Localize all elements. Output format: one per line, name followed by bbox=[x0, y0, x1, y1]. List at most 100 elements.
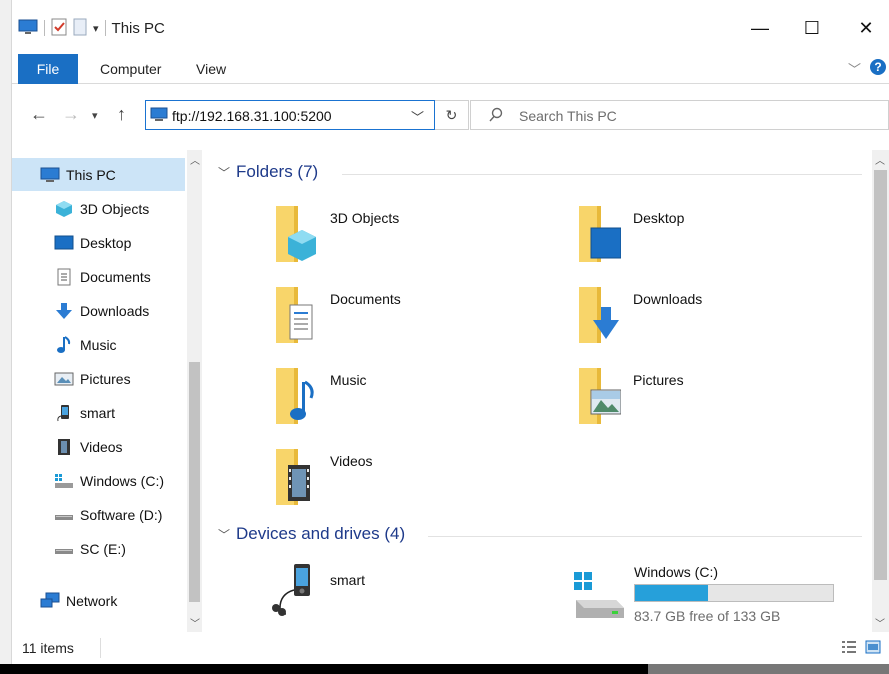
scroll-down-icon[interactable]: ﹀ bbox=[190, 615, 200, 630]
navigation-pane: This PC 3D Objects Desktop Documents Dow… bbox=[12, 150, 202, 632]
collapse-icon[interactable]: ﹀ bbox=[218, 164, 230, 181]
refresh-button[interactable]: ↻ bbox=[435, 100, 469, 130]
close-icon: ✕ bbox=[858, 17, 874, 38]
sidebar-item-network[interactable]: Network bbox=[12, 584, 185, 617]
large-icons-view-icon[interactable] bbox=[865, 640, 881, 657]
nav-scrollbar-thumb[interactable] bbox=[189, 362, 200, 602]
tab-file[interactable]: File bbox=[18, 54, 78, 84]
sidebar-item-label: Music bbox=[80, 336, 117, 353]
drive-icon bbox=[54, 539, 74, 559]
address-input[interactable]: ftp://192.168.31.100:5200 bbox=[172, 108, 332, 124]
folder-label: Videos bbox=[330, 453, 373, 469]
sidebar-item-desktop[interactable]: Desktop bbox=[12, 226, 185, 259]
device-smart[interactable]: smart bbox=[264, 562, 524, 632]
search-input[interactable]: Search This PC bbox=[519, 108, 617, 124]
folder-videos[interactable]: Videos bbox=[274, 445, 554, 515]
sidebar-item-label: smart bbox=[80, 404, 115, 421]
maximize-button[interactable]: ☐ bbox=[792, 14, 832, 42]
scroll-up-icon[interactable]: ︿ bbox=[190, 152, 200, 167]
back-button[interactable]: ← bbox=[30, 104, 48, 125]
sidebar-item-this-pc[interactable]: This PC bbox=[12, 158, 185, 191]
sidebar-item-windows-c[interactable]: Windows (C:) bbox=[12, 464, 185, 497]
folder-label: 3D Objects bbox=[330, 210, 400, 226]
ribbon-tabs: File Computer View ﹀ ? bbox=[12, 54, 889, 84]
music-icon bbox=[54, 335, 74, 355]
search-box[interactable]: Search This PC bbox=[470, 100, 889, 130]
device-label: Windows (C:) bbox=[634, 564, 719, 580]
folder-3d-objects[interactable]: 3D Objects bbox=[274, 202, 554, 272]
content-scrollbar[interactable]: ︿ ﹀ bbox=[872, 150, 889, 632]
folder-label: Desktop bbox=[633, 210, 685, 226]
address-bar[interactable]: ftp://192.168.31.100:5200 ﹀ bbox=[145, 100, 435, 130]
folder-label: Pictures bbox=[633, 372, 684, 388]
sidebar-item-label: Documents bbox=[80, 268, 151, 285]
navigation-bar: ← → ▾ ↑ ftp://192.168.31.100:5200 ﹀ ↻ Se… bbox=[12, 84, 889, 144]
quick-access-toolbar: ▾ This PC bbox=[18, 16, 165, 40]
customize-qat-icon[interactable]: ▾ bbox=[93, 22, 99, 35]
window-title: This PC bbox=[111, 19, 165, 37]
drive-usage-bar bbox=[634, 584, 834, 602]
forward-button[interactable]: → bbox=[62, 104, 80, 125]
folder-desktop[interactable]: Desktop bbox=[577, 202, 857, 272]
devices-group-header[interactable]: ﹀ Devices and drives (4) bbox=[218, 524, 405, 544]
properties-icon[interactable] bbox=[51, 18, 67, 39]
close-button[interactable]: ✕ bbox=[846, 14, 886, 42]
device-windows-c[interactable]: Windows (C:) 83.7 GB free of 133 GB bbox=[572, 560, 872, 630]
details-view-icon[interactable] bbox=[841, 640, 857, 657]
folder-downloads[interactable]: Downloads bbox=[577, 283, 857, 353]
sidebar-item-label: Network bbox=[66, 592, 118, 609]
drive-c-icon bbox=[54, 471, 74, 491]
group-label: Folders (7) bbox=[236, 162, 319, 181]
tab-view[interactable]: View bbox=[196, 54, 226, 84]
scroll-down-icon[interactable]: ﹀ bbox=[875, 615, 885, 630]
background-window-edge bbox=[0, 0, 12, 674]
recent-locations-button[interactable]: ▾ bbox=[92, 109, 98, 122]
expand-ribbon-icon[interactable]: ﹀ bbox=[848, 59, 861, 78]
pc-icon[interactable] bbox=[18, 18, 38, 39]
drive-free-space: 83.7 GB free of 133 GB bbox=[634, 608, 781, 624]
status-divider bbox=[100, 638, 101, 658]
nav-scrollbar[interactable]: ︿ ﹀ bbox=[187, 150, 202, 632]
sidebar-item-smart[interactable]: smart bbox=[12, 396, 185, 429]
folders-group-header[interactable]: ﹀ Folders (7) bbox=[218, 162, 318, 182]
downloads-icon bbox=[54, 301, 74, 321]
sidebar-item-3d-objects[interactable]: 3D Objects bbox=[12, 192, 185, 225]
music-folder-icon bbox=[276, 368, 314, 424]
maximize-icon: ☐ bbox=[803, 17, 821, 38]
downloads-folder-icon bbox=[579, 287, 619, 343]
videos-icon bbox=[54, 437, 74, 457]
sidebar-item-music[interactable]: Music bbox=[12, 328, 185, 361]
folder-music[interactable]: Music bbox=[274, 364, 554, 434]
minimize-button[interactable]: — bbox=[740, 14, 780, 42]
network-icon bbox=[40, 591, 60, 611]
documents-icon bbox=[54, 267, 74, 287]
sidebar-item-label: Pictures bbox=[80, 370, 131, 387]
search-icon bbox=[489, 107, 503, 126]
content-scrollbar-thumb[interactable] bbox=[874, 170, 887, 580]
sidebar-item-sc-e[interactable]: SC (E:) bbox=[12, 532, 185, 565]
new-folder-icon[interactable] bbox=[73, 18, 87, 39]
phone-icon bbox=[272, 564, 310, 616]
tab-computer[interactable]: Computer bbox=[100, 54, 161, 84]
address-dropdown-icon[interactable]: ﹀ bbox=[411, 107, 424, 126]
collapse-icon[interactable]: ﹀ bbox=[218, 526, 230, 543]
minimize-icon: — bbox=[751, 17, 769, 38]
sidebar-item-pictures[interactable]: Pictures bbox=[12, 362, 185, 395]
help-icon[interactable]: ? bbox=[869, 58, 887, 79]
sidebar-item-software-d[interactable]: Software (D:) bbox=[12, 498, 185, 531]
group-label: Devices and drives (4) bbox=[236, 524, 406, 543]
sidebar-item-videos[interactable]: Videos bbox=[12, 430, 185, 463]
sidebar-item-label: Desktop bbox=[80, 234, 132, 251]
file-explorer-window: ▾ This PC — ☐ ✕ File Computer View ﹀ ? ←… bbox=[12, 0, 889, 664]
pc-icon bbox=[40, 165, 60, 185]
drive-icon bbox=[54, 505, 74, 525]
sidebar-item-documents[interactable]: Documents bbox=[12, 260, 185, 293]
sidebar-item-label: Videos bbox=[80, 438, 123, 455]
folder-pictures[interactable]: Pictures bbox=[577, 364, 857, 434]
up-button[interactable]: ↑ bbox=[117, 104, 126, 125]
folder-label: Music bbox=[330, 372, 367, 388]
folder-documents[interactable]: Documents bbox=[274, 283, 554, 353]
pc-icon bbox=[150, 107, 168, 126]
scroll-up-icon[interactable]: ︿ bbox=[875, 152, 885, 167]
sidebar-item-downloads[interactable]: Downloads bbox=[12, 294, 185, 327]
